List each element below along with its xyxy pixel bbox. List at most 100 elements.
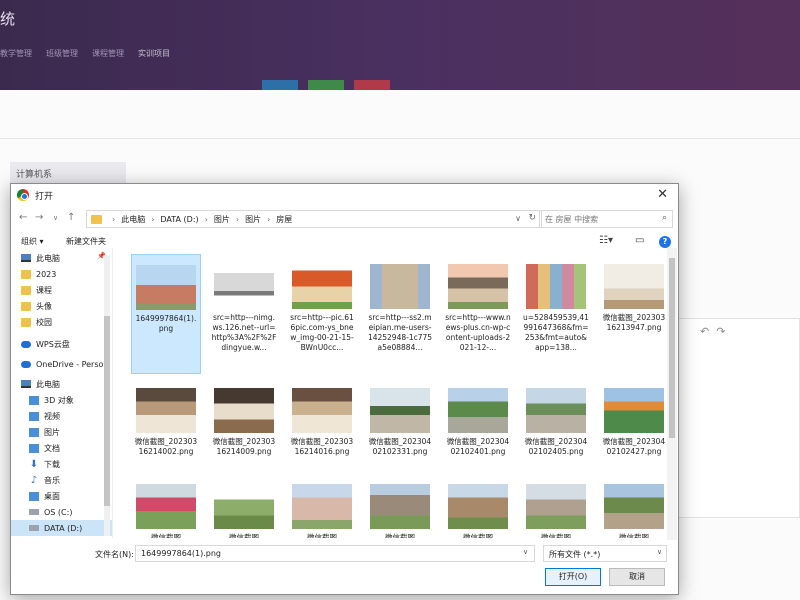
path-crumb[interactable]: 图片 [214,214,230,225]
nav-tab-active[interactable]: 实训项目 [138,48,170,59]
nav-item-this-pc-2[interactable]: 此电脑 [11,376,112,392]
path-box[interactable]: › 此电脑 › DATA (D:) › 图片 › 图片 › 房屋 ∨ ↻ [86,210,542,228]
blue-block [262,80,298,90]
nav-tab[interactable]: 课程管理 [92,48,124,59]
nav-tab[interactable]: 班级管理 [46,48,78,59]
nav-scrollbar-thumb[interactable] [104,316,110,506]
nav-item-3d-objects[interactable]: 3D 对象 [11,392,112,408]
cloud-icon [21,360,31,368]
filename-input[interactable]: 1649997864(1).png [135,545,535,562]
file-name: src=http---pic.616pic.com-ys_bnew_img-00… [290,313,354,352]
nav-item-data-d[interactable]: DATA (D:) [11,520,112,536]
nav-item-music[interactable]: ♪ 音乐 [11,472,112,488]
file-thumbnail [448,264,508,309]
nav-scrollbar[interactable] [104,256,110,536]
search-placeholder: 在 房屋 中搜索 [545,215,599,224]
nav-item-downloads[interactable]: ⬇ 下载 [11,456,112,472]
chevron-down-icon[interactable]: ∨ [515,214,521,223]
cancel-button[interactable]: 取消 [609,568,665,586]
green-block [308,80,344,90]
file-tile[interactable]: 微信截图 [131,474,201,538]
file-tile[interactable]: src=http---nimg.ws.126.net--url=http%3A%… [209,254,279,374]
nav-item-wps-cloud[interactable]: WPS云盘 [11,336,112,352]
nav-item-onedrive[interactable]: OneDrive - Perso [11,356,112,372]
file-tile[interactable]: 微信截图 [521,474,591,538]
path-crumb[interactable]: 此电脑 [121,214,145,225]
category-tag[interactable]: 计算机系 [10,162,126,184]
nav-item-pictures[interactable]: 图片 [11,424,112,440]
file-thumbnail [214,264,274,309]
drive-icon [29,509,39,515]
path-crumb[interactable]: 图片 [245,214,261,225]
file-tile[interactable]: src=http---pic.616pic.com-ys_bnew_img-00… [287,254,357,374]
file-name: 微信截图 [151,533,181,538]
file-scrollbar-thumb[interactable] [669,258,675,438]
up-arrow-icon[interactable]: ↑ [67,212,75,223]
nav-item-videos[interactable]: 视频 [11,408,112,424]
file-name: src=http---ss2.meipian.me-users-14252948… [367,313,433,352]
refresh-icon[interactable]: ↻ [528,213,536,223]
file-tile[interactable]: u=528459539,41991647368&fm=253&fmt=auto&… [521,254,591,374]
file-thumbnail [136,265,196,310]
file-thumbnail [292,264,352,309]
file-name: src=http---www.news-plus.cn-wp-content-u… [445,313,511,352]
preview-pane-icon[interactable]: ▭ [635,235,644,246]
file-tile[interactable]: 微信截图 [599,474,665,538]
file-thumbnail [526,484,586,529]
filetype-select[interactable]: 所有文件 (*.*) [543,545,667,562]
file-tile[interactable]: 微信截图 [209,474,279,538]
file-thumbnail [292,484,352,529]
chevron-down-icon[interactable]: ∨ [523,548,528,556]
divider [0,138,800,139]
file-name: 微信截图_20230402102401.png [446,437,510,456]
nav-item-2023[interactable]: 2023 [11,266,112,282]
nav-item-campus[interactable]: 校园 [11,314,112,330]
chevron-down-icon[interactable]: ∨ [657,548,662,556]
file-tile[interactable]: 微信截图 [287,474,357,538]
file-tile[interactable]: src=http---ss2.meipian.me-users-14252948… [365,254,435,374]
path-crumb[interactable]: DATA (D:) [160,215,198,224]
nav-label: 校园 [36,317,52,327]
help-icon[interactable]: ? [659,236,671,248]
file-name: src=http---nimg.ws.126.net--url=http%3A%… [211,313,277,352]
new-folder-button[interactable]: 新建文件夹 [66,236,106,247]
address-bar: ← → ∨ ↑ › 此电脑 › DATA (D:) › 图片 › 图片 › 房屋… [11,208,678,230]
file-scrollbar[interactable] [667,248,677,540]
path-crumb[interactable]: 房屋 [276,214,292,225]
nav-item-avatar[interactable]: 头像 [11,298,112,314]
file-tile[interactable]: 微信截图 [443,474,513,538]
breadcrumb: 教学管理 班级管理 课程管理 实训项目 [0,48,170,59]
undo-redo-icons[interactable]: ↶ ↷ [700,325,725,338]
file-thumbnail [526,388,586,433]
close-icon[interactable]: ✕ [657,187,668,202]
nav-label: 视频 [44,411,60,421]
back-arrow-icon[interactable]: ← [19,212,27,223]
file-name: 微信截图 [541,533,571,538]
file-tile[interactable]: 1649997864(1).png [131,254,201,374]
nav-item-this-pc[interactable]: 此电脑 📌 [11,250,112,266]
forward-arrow-icon[interactable]: → [35,212,43,223]
open-button[interactable]: 打开(O) [545,568,601,586]
file-thumbnail [448,484,508,529]
file-thumbnail [214,388,274,433]
file-thumbnail [214,484,274,529]
nav-tab[interactable]: 教学管理 [0,48,32,59]
file-name: 微信截图_20230316213947.png [602,313,665,332]
file-tile[interactable]: 微信截图 [365,474,435,538]
file-name: 微信截图 [385,533,415,538]
dialog-titlebar[interactable]: 打开 ✕ [11,184,678,206]
organize-button[interactable]: 组织 ▾ [21,236,44,247]
nav-item-os-c[interactable]: OS (C:) [11,504,112,520]
file-thumbnail [136,388,196,433]
view-options-icon[interactable]: ☷▾ [599,235,613,246]
search-input[interactable]: 在 房屋 中搜索 ⌕ [539,210,673,228]
nav-label: 桌面 [44,491,60,501]
nav-item-desktop[interactable]: 桌面 [11,488,112,504]
file-tile[interactable]: 微信截图_20230316213947.png [599,254,665,374]
navigation-pane: 此电脑 📌 2023 课程 头像 校园 WPS云盘 OneDrive - Pers… [11,248,113,538]
file-tile[interactable]: src=http---www.news-plus.cn-wp-content-u… [443,254,513,374]
nav-item-courses[interactable]: 课程 [11,282,112,298]
recent-dropdown-icon[interactable]: ∨ [53,214,58,222]
nav-item-documents[interactable]: 文档 [11,440,112,456]
file-name: 微信截图 [307,533,337,538]
